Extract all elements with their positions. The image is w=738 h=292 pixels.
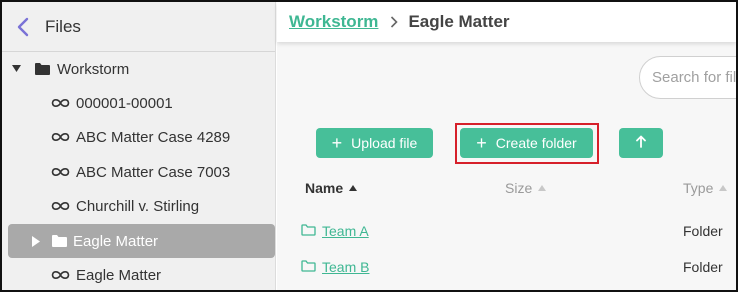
table-row-name-link[interactable]: Team A bbox=[301, 223, 369, 239]
folder-outline-icon bbox=[301, 259, 316, 275]
app-window: Files Workstorm 000001-00001 ABC Matter … bbox=[0, 0, 738, 292]
plus-icon: + bbox=[331, 133, 343, 153]
row-name-label: Team A bbox=[322, 223, 369, 239]
column-header-label: Type bbox=[683, 180, 714, 196]
navigate-up-button[interactable] bbox=[619, 128, 663, 158]
row-name-label: Team B bbox=[322, 259, 370, 275]
tree-item-churchill-v-stirling[interactable]: Churchill v. Stirling bbox=[2, 189, 199, 223]
tree-item-label: Eagle Matter bbox=[73, 232, 159, 250]
column-header-size[interactable]: Size bbox=[505, 180, 547, 196]
table-row-name-link[interactable]: Team B bbox=[301, 259, 369, 275]
tree-item-label: 000001-00001 bbox=[76, 94, 173, 112]
link-icon bbox=[50, 98, 70, 108]
breadcrumb-current: Eagle Matter bbox=[408, 12, 510, 31]
breadcrumb: Workstorm Eagle Matter bbox=[277, 2, 736, 42]
tree-item-label: ABC Matter Case 4289 bbox=[76, 128, 231, 146]
link-icon bbox=[50, 167, 70, 177]
row-type: Folder bbox=[683, 259, 723, 275]
upload-file-button[interactable]: + Upload file bbox=[316, 128, 433, 158]
tree-item-label: Churchill v. Stirling bbox=[76, 197, 200, 215]
arrow-up-icon bbox=[636, 135, 646, 151]
tree-item-000001-00001[interactable]: 000001-00001 bbox=[2, 86, 173, 120]
main-panel: Workstorm Eagle Matter + Upload file + C… bbox=[277, 2, 736, 290]
folder-outline-icon bbox=[301, 223, 316, 239]
tree-item-eagle-matter-folder[interactable]: Eagle Matter bbox=[8, 224, 275, 258]
plus-icon: + bbox=[476, 133, 487, 153]
row-type: Folder bbox=[683, 223, 723, 239]
tree-item-label: Eagle Matter bbox=[76, 266, 162, 284]
upload-file-label: Upload file bbox=[351, 135, 418, 151]
sidebar-header: Files bbox=[2, 2, 275, 52]
sort-ascending-icon bbox=[349, 185, 358, 191]
breadcrumb-root-link[interactable]: Workstorm bbox=[289, 12, 378, 32]
column-header-label: Name bbox=[305, 180, 344, 196]
search-box[interactable] bbox=[639, 56, 736, 99]
tree-item-eagle-matter-link[interactable]: Eagle Matter bbox=[2, 258, 162, 290]
column-header-label: Size bbox=[505, 180, 533, 196]
sort-icon bbox=[719, 185, 728, 191]
column-header-type[interactable]: Type bbox=[683, 180, 728, 196]
link-icon bbox=[50, 201, 70, 211]
link-icon bbox=[50, 270, 70, 280]
create-folder-button[interactable]: + Create folder bbox=[460, 128, 593, 158]
tree-item-workstorm[interactable]: Workstorm bbox=[2, 52, 129, 86]
caret-right-icon[interactable] bbox=[31, 235, 41, 247]
link-icon bbox=[50, 132, 70, 142]
chevron-right-icon bbox=[390, 16, 399, 28]
sidebar: Files Workstorm 000001-00001 ABC Matter … bbox=[2, 2, 276, 290]
column-header-name[interactable]: Name bbox=[305, 180, 358, 196]
sort-icon bbox=[538, 185, 547, 191]
search-input[interactable] bbox=[652, 69, 736, 86]
back-chevron-icon[interactable] bbox=[14, 16, 32, 38]
sidebar-title: Files bbox=[45, 16, 81, 36]
caret-down-icon[interactable] bbox=[11, 65, 21, 73]
folder-icon bbox=[51, 235, 67, 247]
create-folder-label: Create folder bbox=[495, 135, 577, 151]
folder-icon bbox=[34, 63, 50, 75]
tree-item-label: ABC Matter Case 7003 bbox=[76, 163, 231, 181]
tree-item-abc-matter-case-4289[interactable]: ABC Matter Case 4289 bbox=[2, 120, 230, 154]
tree-item-label: Workstorm bbox=[57, 60, 130, 78]
tree-item-abc-matter-case-7003[interactable]: ABC Matter Case 7003 bbox=[2, 155, 230, 189]
